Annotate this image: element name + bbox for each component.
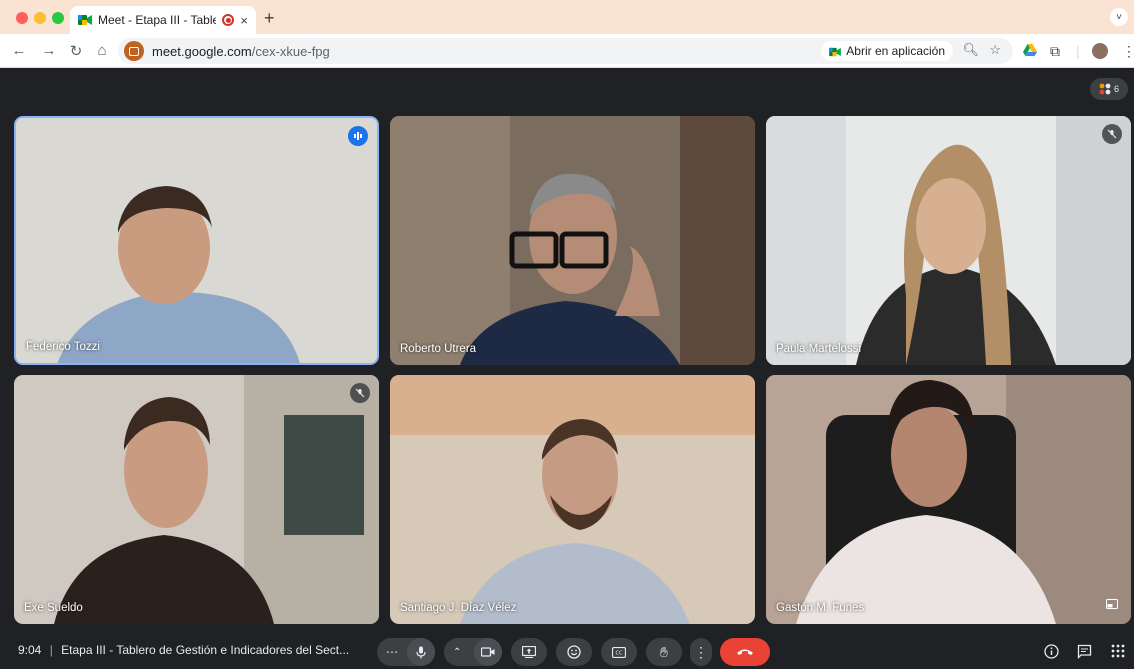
present-screen-button[interactable] [511,638,547,666]
end-call-icon [737,649,753,655]
address-bar[interactable]: meet.google.com/cex-xkue-fpg Abrir en ap… [118,38,1013,64]
drive-extension-icon[interactable] [1023,43,1037,59]
participant-name: Roberto Utrera [400,343,477,355]
more-options-button[interactable]: ⋮ [690,638,712,666]
extensions-icon[interactable]: ⧉ [1050,43,1060,60]
participant-name: Paula Martelossi [776,343,862,355]
more-vert-icon: ⋮ [694,643,708,660]
tab-strip: Meet - Etapa III - Tablero × + ˅ [0,0,1134,34]
meet-favicon-icon [78,14,92,26]
close-tab-button[interactable]: × [240,13,248,28]
participant-tile[interactable]: Paula Martelossi [766,116,1131,365]
browser-toolbar: ← → ↻ ⌂ meet.google.com/cex-xkue-fpg Abr… [0,34,1134,68]
meeting-time: 9:04 [18,643,42,657]
camera-icon[interactable] [474,638,502,666]
close-window-button[interactable] [16,12,28,24]
participant-name: Exe Sueldo [24,602,83,614]
leave-call-button[interactable] [720,638,770,666]
mic-off-icon [1102,124,1122,144]
closed-captions-icon: CC [612,646,626,658]
tab-search-button[interactable]: ˅ [1110,8,1128,26]
url-path: /cex-xkue-fpg [251,43,330,59]
chevron-up-icon: ⌃ [453,646,462,658]
browser-tab[interactable]: Meet - Etapa III - Tablero × [70,6,256,34]
bookmark-star-icon[interactable]: ☆ [989,42,1001,58]
speaking-indicator-icon [348,126,368,146]
participant-tile[interactable]: Federico Tozzi [14,116,379,365]
tab-title: Meet - Etapa III - Tablero [98,13,217,27]
profile-avatar[interactable] [1092,43,1108,59]
participant-name: Santiago J. Díaz Vélez [400,602,517,614]
url-host: meet.google.com [152,43,252,59]
meet-icon [829,46,842,57]
recording-icon [222,14,235,26]
forward-icon[interactable]: → [40,42,58,59]
mic-icon[interactable] [407,638,435,666]
meeting-info: 9:04 | Etapa III - Tablero de Gestión e … [18,643,349,657]
home-icon[interactable]: ⌂ [93,42,111,59]
chat-icon[interactable] [1077,644,1092,662]
participant-video [16,118,377,363]
meeting-details-icon[interactable] [1044,644,1059,662]
svg-text:CC: CC [616,650,623,656]
participant-name: Federico Tozzi [26,341,100,353]
meeting-title: Etapa III - Tablero de Gestión e Indicad… [61,643,350,657]
emoji-icon [567,645,581,659]
minimize-window-button[interactable] [34,12,46,24]
participant-video [390,116,755,365]
pip-icon[interactable] [1102,594,1122,614]
hand-icon: ✋︎ [660,643,668,660]
info-separator: | [49,643,53,657]
open-in-app-label: Abrir en aplicación [846,44,945,58]
chrome-menu-icon[interactable]: ⋮ [1122,43,1134,60]
participant-tile[interactable]: Exe Sueldo [14,375,379,624]
people-icon [1099,83,1111,95]
participant-name: Gastón M. Funes [776,602,865,614]
participant-count: 6 [1113,84,1119,94]
zoom-icon[interactable]: 🔍︎ [962,42,979,58]
new-tab-button[interactable]: + [264,8,275,29]
participant-video [766,375,1131,624]
captions-button[interactable]: CC [601,638,637,666]
more-audio-options-button[interactable]: ⋯ [377,638,435,666]
camera-options-button[interactable]: ⌃ [444,638,502,666]
activities-icon[interactable] [1111,644,1125,661]
raise-hand-button[interactable]: ✋︎ [646,638,682,666]
open-in-app-button[interactable]: Abrir en aplicación [821,41,953,61]
participant-tile[interactable]: Roberto Utrera [390,116,755,365]
back-icon[interactable]: ← [10,42,28,59]
participant-tile[interactable]: Gastón M. Funes [766,375,1131,624]
reload-icon[interactable]: ↻ [67,42,85,60]
site-info-icon[interactable] [124,41,144,61]
participant-video [14,375,379,624]
participant-video [390,375,755,624]
participant-video [766,116,1131,365]
maximize-window-button[interactable] [52,12,64,24]
more-horiz-icon: ⋯ [386,645,398,659]
participants-button[interactable]: 6 [1090,78,1128,100]
reactions-button[interactable] [556,638,592,666]
participant-tile[interactable]: Santiago J. Díaz Vélez [390,375,755,624]
present-icon [522,646,536,658]
toolbar-divider: | [1076,43,1080,59]
mic-off-icon [350,383,370,403]
